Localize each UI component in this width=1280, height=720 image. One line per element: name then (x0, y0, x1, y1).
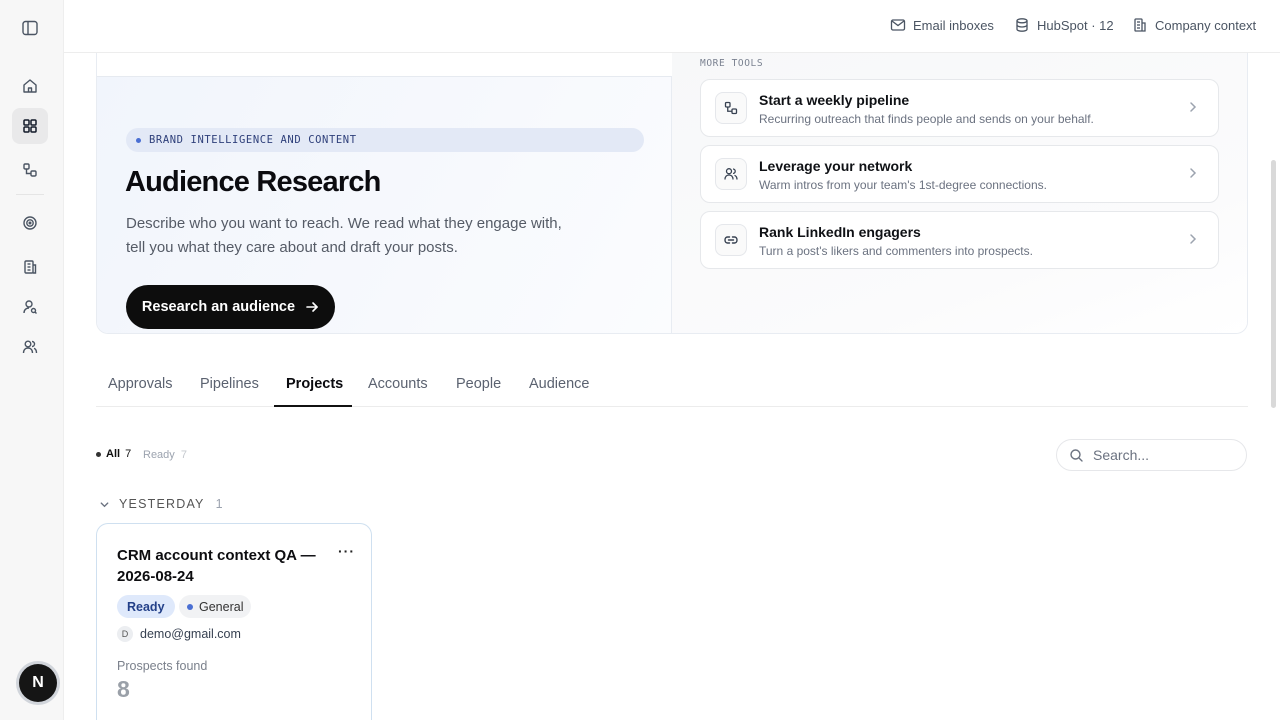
category-pill: BRAND INTELLIGENCE AND CONTENT (126, 128, 644, 152)
chevron-right-icon (1186, 166, 1200, 185)
tab-pipelines[interactable]: Pipelines (200, 376, 259, 392)
hubspot-label: HubSpot · 12 (1037, 17, 1114, 33)
filter-all[interactable]: All 7 (96, 448, 131, 460)
tab-projects[interactable]: Projects (286, 376, 343, 392)
chevron-right-icon (1186, 100, 1200, 119)
research-audience-label: Research an audience (141, 299, 296, 315)
email-inboxes-link[interactable]: Email inboxes (890, 17, 994, 33)
users-icon (715, 158, 747, 190)
tag-label: General (199, 599, 244, 614)
more-tools-label: MORE TOOLS (700, 58, 764, 69)
workflow-icon (21, 161, 39, 179)
section-tabs: Approvals Pipelines Projects Accounts Pe… (96, 364, 1248, 407)
page-scrollbar[interactable] (1271, 160, 1276, 408)
company-context-link[interactable]: Company context (1132, 17, 1256, 33)
tag-badge: General (179, 595, 252, 618)
prospects-label: Prospects found (117, 659, 208, 673)
audience-research-panel: BRAND INTELLIGENCE AND CONTENT Audience … (97, 76, 672, 333)
tool-rank-linkedin-engagers[interactable]: Rank LinkedIn engagers Turn a post's lik… (700, 211, 1219, 269)
project-title: CRM account context QA — 2026-08-24 (117, 547, 316, 585)
tool-leverage-network[interactable]: Leverage your network Warm intros from y… (700, 145, 1219, 203)
sidebar-item-contacts[interactable] (12, 289, 48, 325)
tool-title: Start a weekly pipeline (759, 92, 910, 108)
owner-email: demo@gmail.com (140, 627, 241, 641)
filter-all-count: 7 (125, 448, 132, 460)
more-options-button[interactable]: ··· (338, 543, 355, 559)
sidebar: N (0, 0, 64, 720)
sidebar-item-home[interactable] (12, 68, 48, 104)
filter-ready[interactable]: Ready 7 (143, 449, 187, 461)
workflow-icon (715, 92, 747, 124)
database-icon (1014, 17, 1030, 33)
grid-icon (21, 117, 39, 135)
sidebar-item-targets[interactable] (12, 205, 48, 241)
group-header-yesterday[interactable]: YESTERDAY 1 (99, 497, 223, 511)
filter-all-label: All (106, 448, 121, 460)
owner-avatar: D (117, 626, 133, 642)
sidebar-item-workflows[interactable] (12, 152, 48, 188)
tag-dot (187, 603, 193, 610)
chevron-right-icon (1186, 232, 1200, 251)
sidebar-panel-icon (21, 19, 39, 37)
users-icon (21, 338, 39, 356)
hero-description: Describe who you want to reach. We read … (126, 215, 562, 256)
search-box[interactable] (1056, 439, 1247, 471)
tool-weekly-pipeline[interactable]: Start a weekly pipeline Recurring outrea… (700, 79, 1219, 137)
pill-dot (136, 137, 141, 143)
user-avatar[interactable]: N (19, 664, 57, 702)
sidebar-item-dashboard[interactable] (12, 108, 48, 144)
group-count: 1 (215, 497, 223, 511)
tab-accounts[interactable]: Accounts (368, 376, 428, 392)
filter-ready-count: 7 (180, 449, 187, 461)
filter-dot (96, 451, 101, 457)
top-bar: Email inboxes HubSpot · 12 Company conte… (64, 0, 1280, 53)
project-owner: D demo@gmail.com (117, 626, 241, 642)
tool-title: Rank LinkedIn engagers (759, 224, 921, 240)
user-search-icon (21, 298, 39, 316)
home-icon (21, 77, 39, 95)
company-context-label: Company context (1155, 17, 1257, 33)
group-label: YESTERDAY (119, 497, 205, 511)
link-icon (715, 224, 747, 256)
hero-title: Audience Research (125, 166, 381, 198)
building-icon (21, 258, 39, 276)
category-pill-label: BRAND INTELLIGENCE AND CONTENT (149, 134, 357, 146)
filter-ready-label: Ready (143, 449, 175, 461)
mail-icon (890, 17, 906, 33)
tab-approvals[interactable]: Approvals (108, 376, 172, 392)
chevron-down-icon (99, 499, 110, 510)
arrow-right-icon (305, 300, 319, 314)
project-card[interactable]: CRM account context QA — 2026-08-24 ··· … (96, 523, 372, 720)
active-tab-indicator (274, 405, 352, 407)
prospects-value: 8 (117, 676, 130, 702)
sidebar-divider (16, 194, 44, 195)
research-audience-button[interactable]: Research an audience (126, 285, 335, 329)
tab-people[interactable]: People (456, 376, 501, 392)
building-icon (1132, 17, 1148, 33)
tool-description: Recurring outreach that finds people and… (759, 112, 1094, 126)
sidebar-item-companies[interactable] (12, 249, 48, 285)
search-input[interactable] (1093, 447, 1233, 463)
tool-description: Turn a post's likers and commenters into… (759, 244, 1033, 258)
target-icon (21, 214, 39, 232)
toggle-sidebar-button[interactable] (12, 10, 48, 46)
hero-card: BRAND INTELLIGENCE AND CONTENT Audience … (96, 53, 1248, 334)
sidebar-item-team[interactable] (12, 329, 48, 365)
hubspot-link[interactable]: HubSpot · 12 (1014, 17, 1114, 33)
search-icon (1069, 448, 1084, 463)
email-inboxes-label: Email inboxes (913, 17, 994, 33)
tab-audience[interactable]: Audience (529, 376, 589, 392)
status-badge: Ready (117, 595, 175, 618)
more-tools-panel: MORE TOOLS Start a weekly pipeline Recur… (672, 53, 1247, 333)
tool-title: Leverage your network (759, 158, 913, 174)
tool-description: Warm intros from your team's 1st-degree … (759, 178, 1047, 192)
